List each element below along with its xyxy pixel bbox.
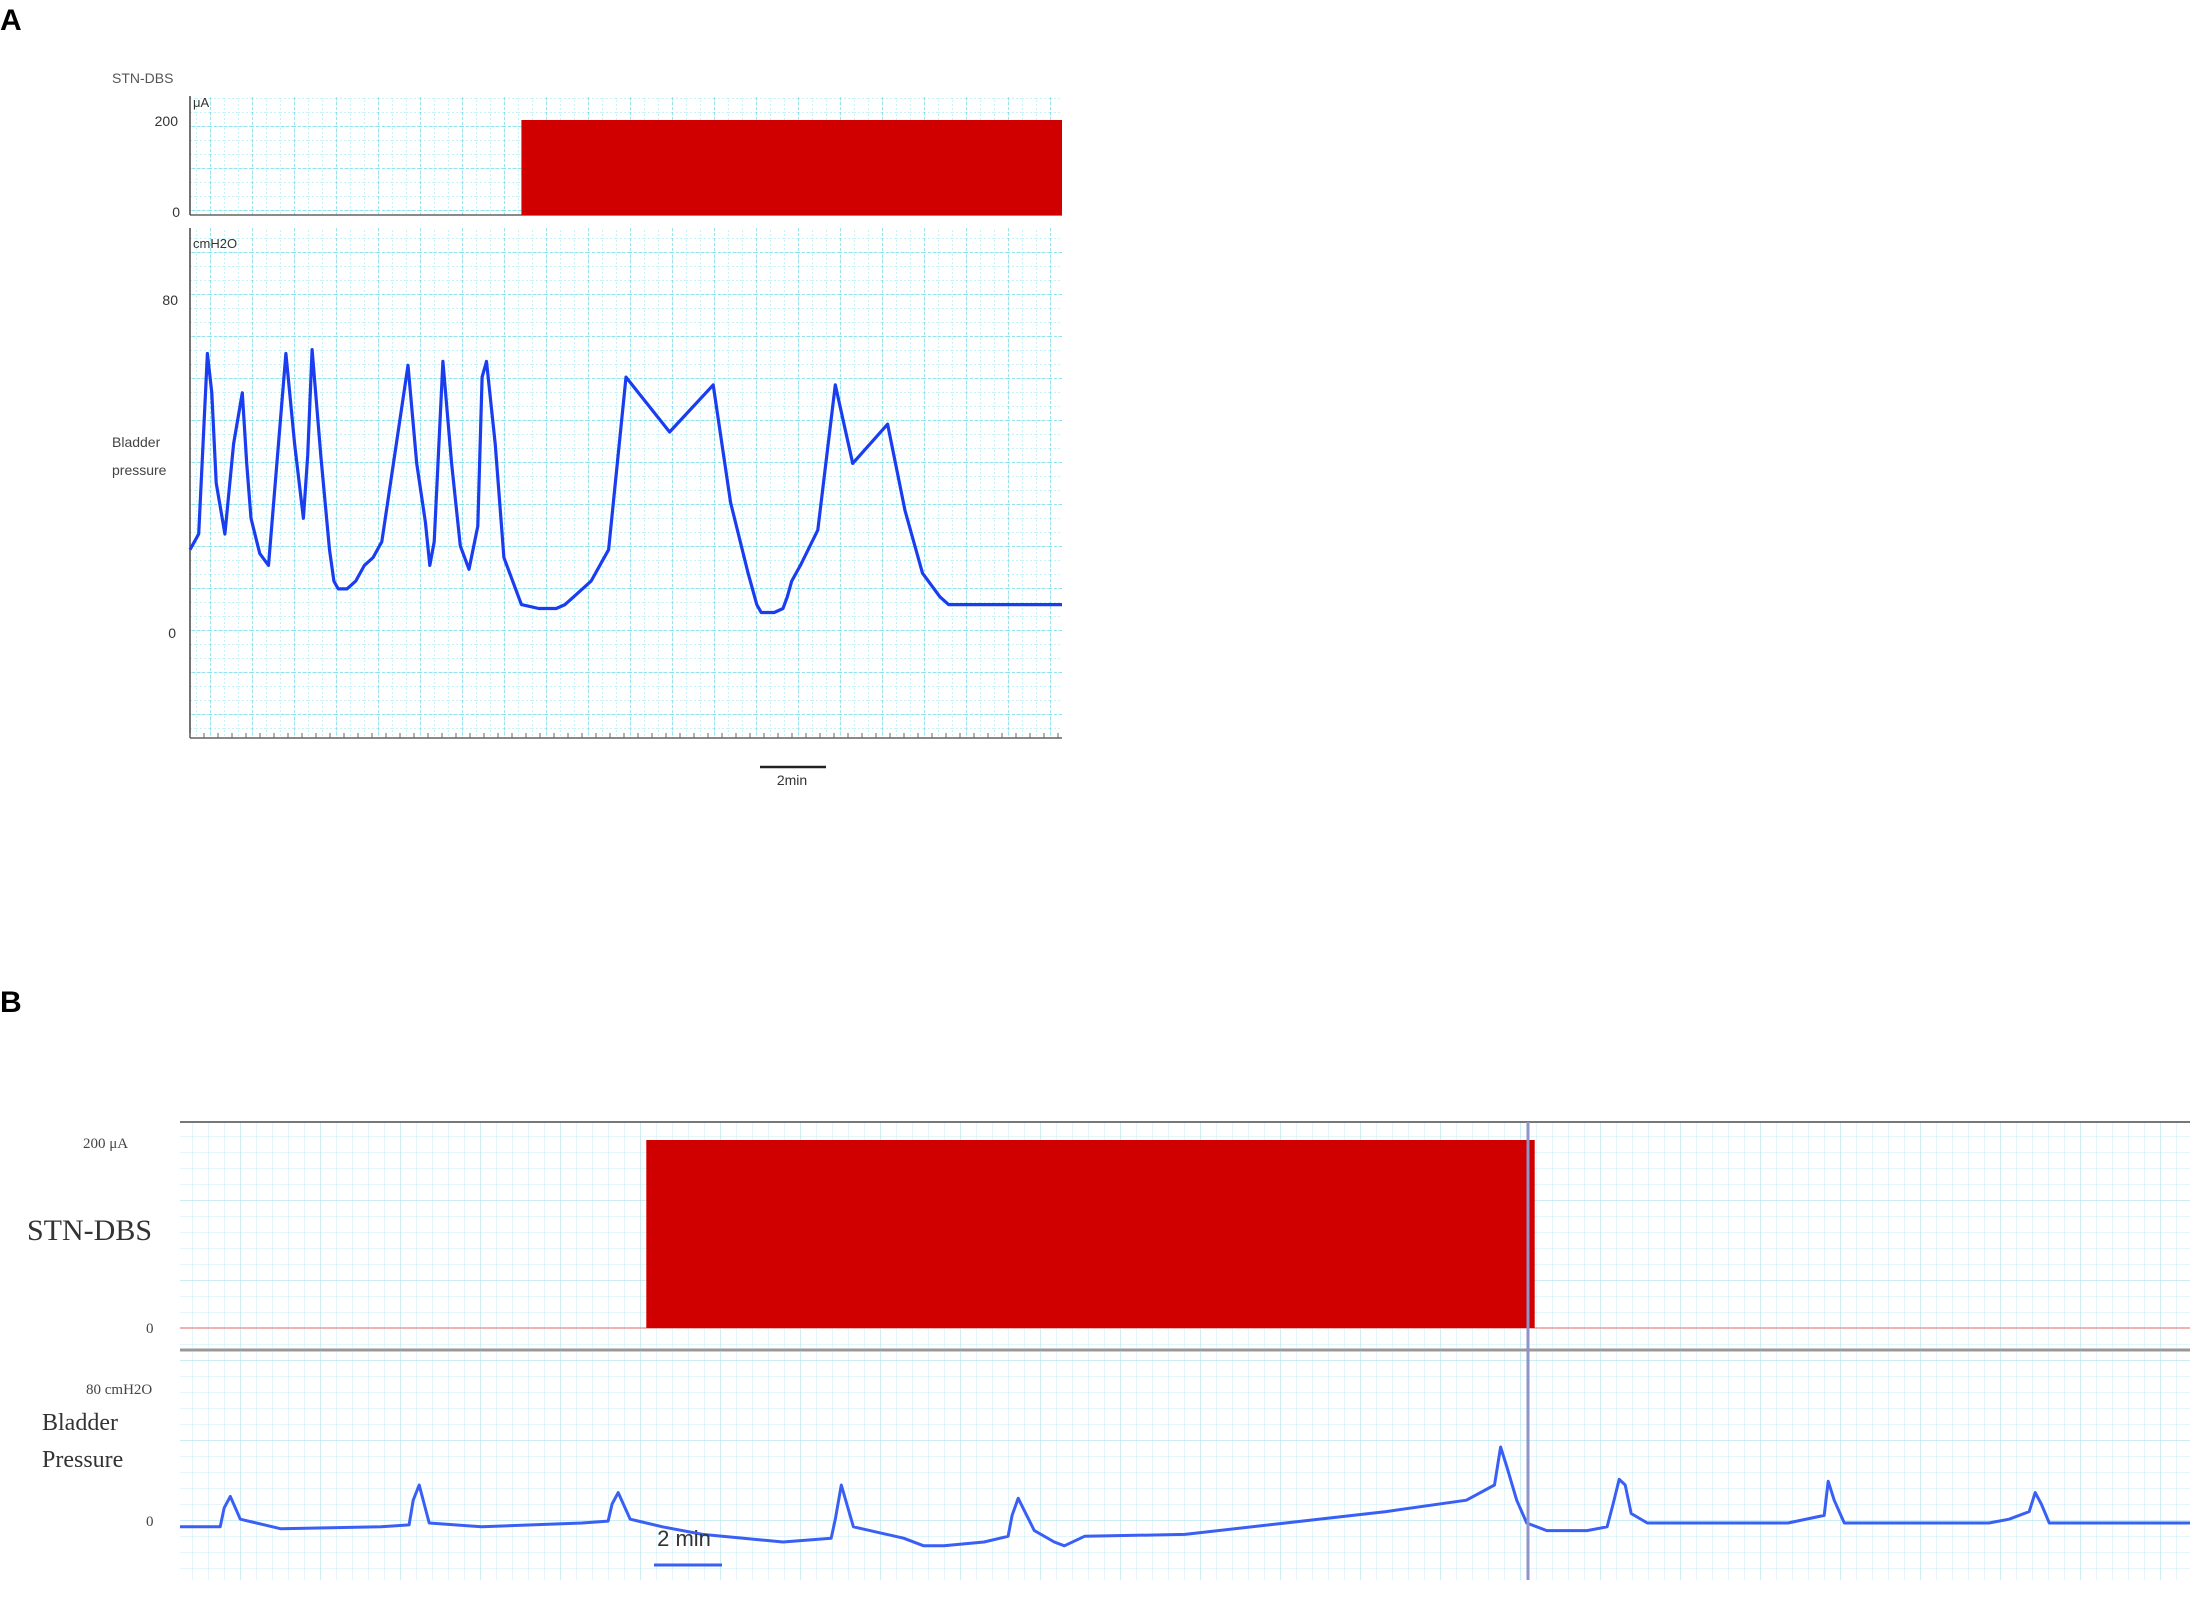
panel-b-pressure-grid-major <box>180 1352 2190 1580</box>
panel-a-pressure-label-line1: Bladder <box>112 434 161 450</box>
panel-a-stim-bar <box>521 120 1062 215</box>
panel-a-pressure-grid-major <box>190 228 1062 738</box>
panel-a-scale-bar-label: 2min <box>777 772 807 788</box>
panel-b-scale-bar-label: 2 min <box>657 1526 711 1551</box>
panel-a-pressure-label-line2: pressure <box>112 462 167 478</box>
panel-a-pressure-unit: cmH2O <box>193 236 237 251</box>
panel-b-pressure-label-line2: Pressure <box>42 1447 123 1473</box>
panel-b-stim-plot: 200 μA 0 STN-DBS <box>27 1121 2190 1352</box>
panel-b-stim-label: STN-DBS <box>27 1214 152 1247</box>
panel-b-pressure-label-line1: Bladder <box>42 1410 118 1436</box>
panel-a-letter: A <box>0 4 22 37</box>
panel-b-stim-bar <box>646 1140 1535 1328</box>
panel-a-pressure-plot: cmH2O 80 0 Bladder pressure <box>112 228 1062 739</box>
panel-a-pressure-tick-0: 0 <box>168 625 176 641</box>
panel-b-pressure-plot: 80 cmH2O 0 Bladder Pressure <box>42 1352 2190 1580</box>
panel-b-letter: B <box>0 986 22 1019</box>
panel-b: B 200 μA 0 STN-DBS 80 cmH2O 0 Bladder Pr… <box>0 986 2190 1580</box>
panel-b-pressure-tick-0: 0 <box>146 1514 154 1530</box>
panel-b-pressure-tick-top: 80 cmH2O <box>86 1382 152 1398</box>
panel-a-stim-tick-0: 0 <box>172 204 180 220</box>
panel-a-stim-tick-200: 200 <box>155 113 179 129</box>
panel-a-stim-label: STN-DBS <box>112 70 173 86</box>
panel-b-stim-tick-0: 0 <box>146 1321 154 1337</box>
panel-b-stim-tick-top: 200 μA <box>83 1136 128 1152</box>
panel-a-pressure-tick-80: 80 <box>162 292 178 308</box>
panel-a: A STN-DBS μA 200 0 cmH2O 80 0 Bladder pr… <box>0 4 1062 788</box>
panel-a-stim-unit: μA <box>193 95 209 110</box>
figure: A STN-DBS μA 200 0 cmH2O 80 0 Bladder pr… <box>0 4 2190 1580</box>
panel-a-stim-plot: μA 200 0 <box>155 95 1062 220</box>
